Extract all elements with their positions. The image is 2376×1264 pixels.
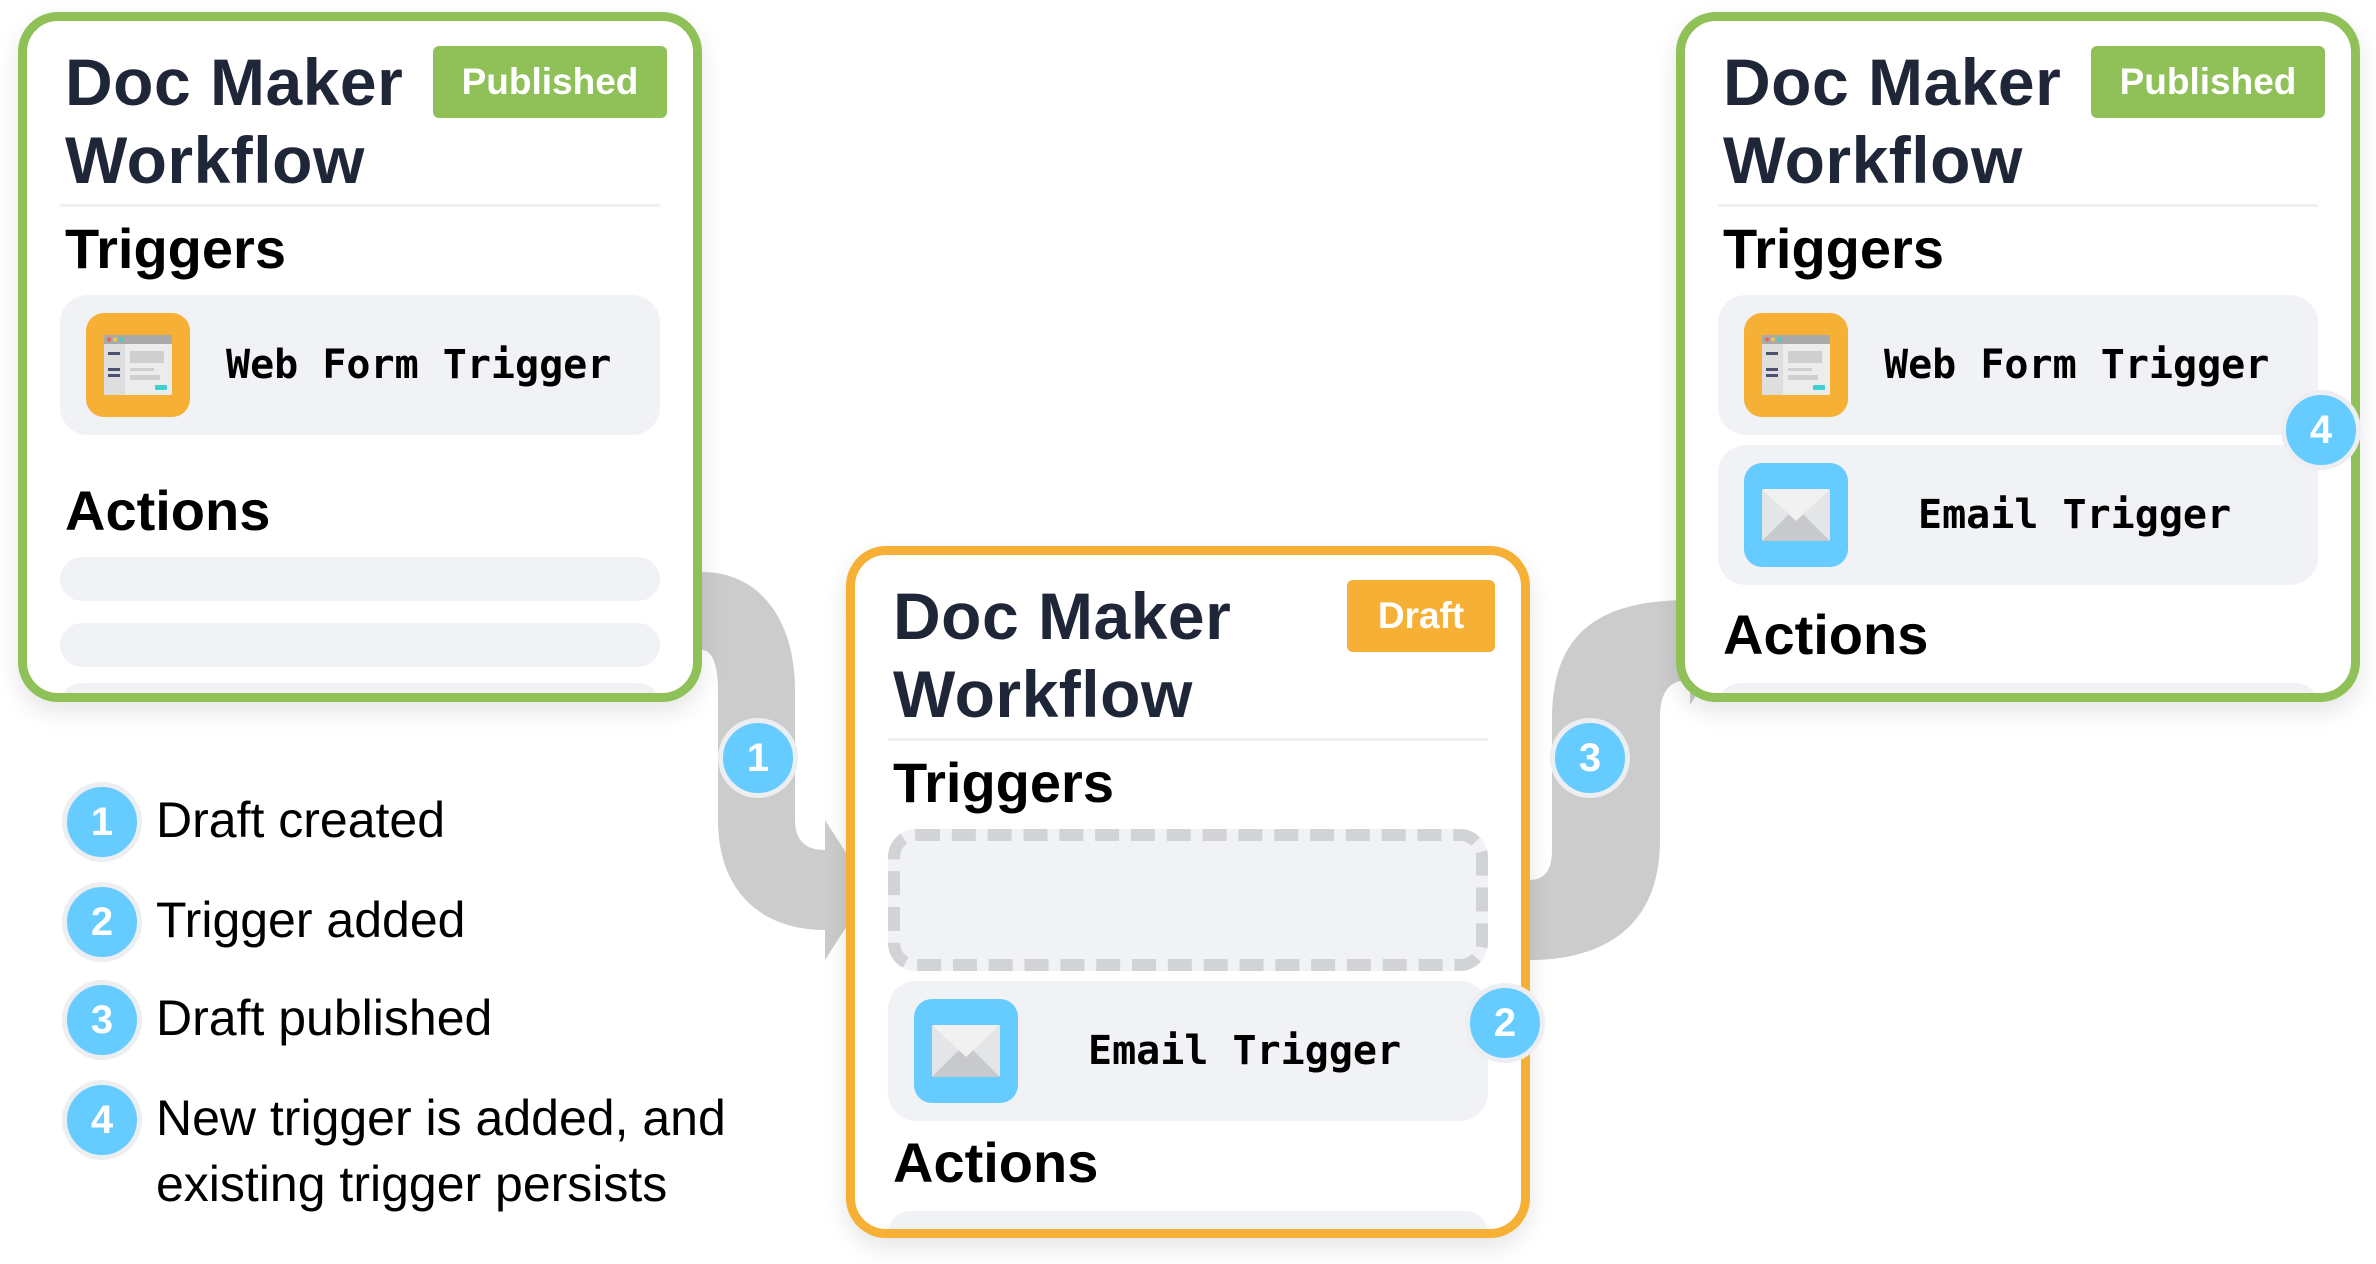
status-badge: Draft — [1347, 580, 1495, 652]
trigger-row-email[interactable]: Email Trigger — [1718, 445, 2318, 585]
workflow-title: Doc Maker Workflow — [65, 45, 404, 197]
workflow-card-published-after: Doc Maker Workflow Published Triggers We… — [1676, 12, 2360, 702]
action-placeholder — [60, 623, 660, 667]
web-form-icon — [1744, 313, 1848, 417]
trigger-label: Web Form Trigger — [1884, 342, 2270, 388]
workflow-card-published-before: Doc Maker Workflow Published Triggers We… — [18, 12, 702, 702]
step-badge-4: 4 — [2281, 390, 2361, 470]
email-icon — [914, 999, 1018, 1103]
legend-text: Trigger added — [156, 892, 466, 948]
workflow-card-draft: Doc Maker Workflow Draft Triggers Email … — [846, 546, 1530, 1238]
step-badge-2: 2 — [1465, 983, 1545, 1063]
trigger-label: Email Trigger — [1918, 492, 2232, 538]
workflow-title: Doc Maker Workflow — [893, 579, 1232, 731]
legend-step-badge: 2 — [62, 882, 142, 962]
status-badge: Published — [2091, 46, 2325, 118]
legend-step-badge: 1 — [62, 782, 142, 862]
trigger-row-email[interactable]: Email Trigger — [888, 981, 1488, 1121]
action-placeholder — [888, 1211, 1488, 1229]
legend-step-badge: 3 — [62, 980, 142, 1060]
actions-heading: Actions — [1723, 603, 1929, 666]
legend-text: Draft published — [156, 990, 493, 1046]
trigger-row-web-form[interactable]: Web Form Trigger — [1718, 295, 2318, 435]
step-badge-1: 1 — [718, 718, 798, 798]
legend-text-continued: existing trigger persists — [156, 1156, 668, 1212]
trigger-label: Email Trigger — [1088, 1028, 1402, 1074]
triggers-heading: Triggers — [893, 751, 1114, 814]
action-placeholder — [60, 557, 660, 601]
triggers-heading: Triggers — [1723, 217, 1944, 280]
divider — [60, 204, 660, 207]
web-form-icon — [86, 313, 190, 417]
actions-heading: Actions — [893, 1131, 1099, 1194]
trigger-row-web-form[interactable]: Web Form Trigger — [60, 295, 660, 435]
status-badge: Published — [433, 46, 667, 118]
removed-trigger-placeholder — [888, 829, 1488, 971]
triggers-heading: Triggers — [65, 217, 286, 280]
action-placeholder — [60, 683, 660, 693]
actions-heading: Actions — [65, 479, 271, 542]
legend-step-badge: 4 — [62, 1080, 142, 1160]
legend-text: New trigger is added, and — [156, 1090, 726, 1146]
step-badge-3: 3 — [1550, 718, 1630, 798]
legend-text: Draft created — [156, 792, 446, 848]
trigger-label: Web Form Trigger — [226, 342, 612, 388]
workflow-title: Doc Maker Workflow — [1723, 45, 2062, 197]
divider — [888, 738, 1488, 741]
divider — [1718, 204, 2318, 207]
action-placeholder — [1718, 683, 2318, 693]
email-icon — [1744, 463, 1848, 567]
